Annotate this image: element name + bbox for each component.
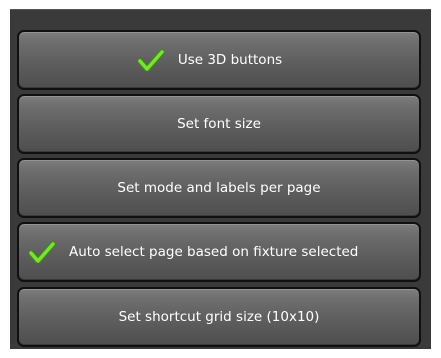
use-3d-buttons-button[interactable]: Use 3D buttons xyxy=(17,30,421,90)
auto-select-page-button[interactable]: Auto select page based on fixture select… xyxy=(17,222,421,282)
set-mode-and-labels-label: Set mode and labels per page xyxy=(117,180,321,196)
use-3d-buttons-label: Use 3D buttons xyxy=(177,52,283,68)
auto-select-page-label: Auto select page based on fixture select… xyxy=(69,244,359,260)
set-mode-and-labels-button[interactable]: Set mode and labels per page xyxy=(17,158,421,218)
set-font-size-button[interactable]: Set font size xyxy=(17,94,421,154)
checkmark-icon xyxy=(29,241,55,263)
checkmark-icon xyxy=(137,49,164,71)
set-font-size-label: Set font size xyxy=(177,116,261,132)
set-shortcut-grid-size-label: Set shortcut grid size (10x10) xyxy=(118,309,320,325)
set-shortcut-grid-size-button[interactable]: Set shortcut grid size (10x10) xyxy=(17,287,421,347)
